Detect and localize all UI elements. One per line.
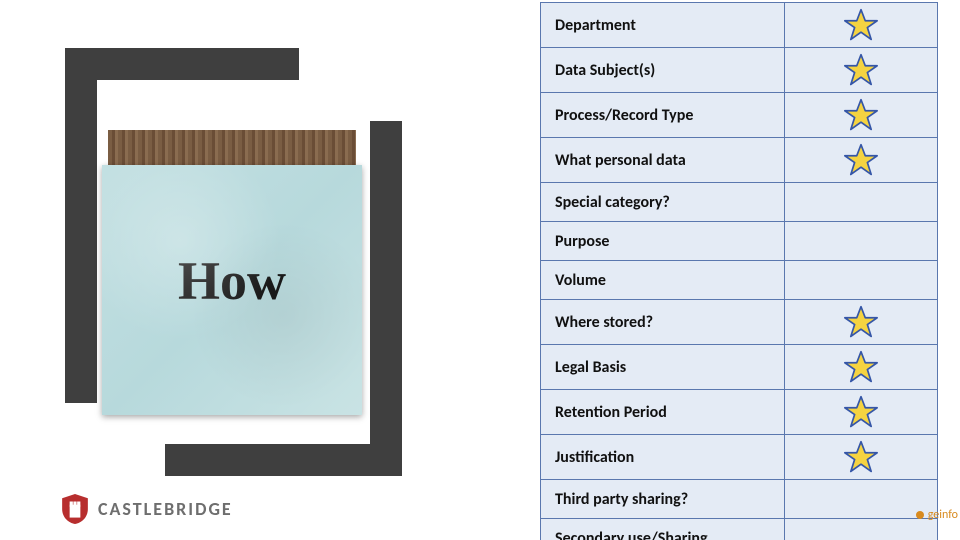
row-label: Retention Period [541, 390, 785, 434]
row-icon-cell [785, 183, 937, 221]
row-label: Where stored? [541, 300, 785, 344]
row-icon-cell [785, 345, 937, 389]
watermark-dot-icon [916, 511, 924, 519]
row-icon-cell [785, 300, 937, 344]
row-label: Data Subject(s) [541, 48, 785, 92]
row-icon-cell [785, 390, 937, 434]
logo-text: CASTLEBRIDGE [98, 498, 233, 520]
row-icon-cell [785, 93, 937, 137]
frame-bracket [370, 121, 402, 476]
star-icon [844, 440, 878, 474]
row-icon-cell [785, 222, 937, 260]
star-icon [844, 350, 878, 384]
sticky-note-photo: How [108, 130, 356, 412]
table-row: Third party sharing? [540, 480, 938, 519]
row-label: Third party sharing? [541, 480, 785, 518]
shield-icon [62, 494, 88, 524]
table-row: What personal data [540, 138, 938, 183]
table-row: Justification [540, 435, 938, 480]
row-label: Process/Record Type [541, 93, 785, 137]
row-label: Department [541, 3, 785, 47]
row-label: What personal data [541, 138, 785, 182]
castlebridge-logo: CASTLEBRIDGE [62, 494, 233, 524]
row-label: Justification [541, 435, 785, 479]
row-icon-cell [785, 480, 937, 518]
star-icon [844, 395, 878, 429]
data-inventory-table: Department Data Subject(s) Process/Recor… [540, 2, 938, 540]
sticky-note: How [102, 165, 362, 415]
frame-bracket [65, 48, 299, 80]
table-row: Purpose [540, 222, 938, 261]
table-row: Secondary use/Sharing [540, 519, 938, 540]
row-icon-cell [785, 519, 937, 540]
table-row: Where stored? [540, 300, 938, 345]
star-icon [844, 143, 878, 177]
star-icon [844, 8, 878, 42]
row-label: Volume [541, 261, 785, 299]
sticky-note-text: How [102, 250, 362, 312]
row-icon-cell [785, 261, 937, 299]
row-icon-cell [785, 435, 937, 479]
table-row: Special category? [540, 183, 938, 222]
table-row: Data Subject(s) [540, 48, 938, 93]
table-row: Retention Period [540, 390, 938, 435]
watermark-text: geinfo [928, 508, 958, 522]
star-icon [844, 305, 878, 339]
star-icon [844, 98, 878, 132]
table-row: Process/Record Type [540, 93, 938, 138]
table-row: Legal Basis [540, 345, 938, 390]
row-label: Purpose [541, 222, 785, 260]
row-icon-cell [785, 48, 937, 92]
frame-bracket [65, 48, 97, 403]
row-icon-cell [785, 138, 937, 182]
table-row: Department [540, 2, 938, 48]
table-row: Volume [540, 261, 938, 300]
row-label: Secondary use/Sharing [541, 519, 785, 540]
row-label: Special category? [541, 183, 785, 221]
watermark: geinfo [916, 508, 958, 522]
row-label: Legal Basis [541, 345, 785, 389]
frame-bracket [165, 444, 399, 476]
row-icon-cell [785, 3, 937, 47]
star-icon [844, 53, 878, 87]
